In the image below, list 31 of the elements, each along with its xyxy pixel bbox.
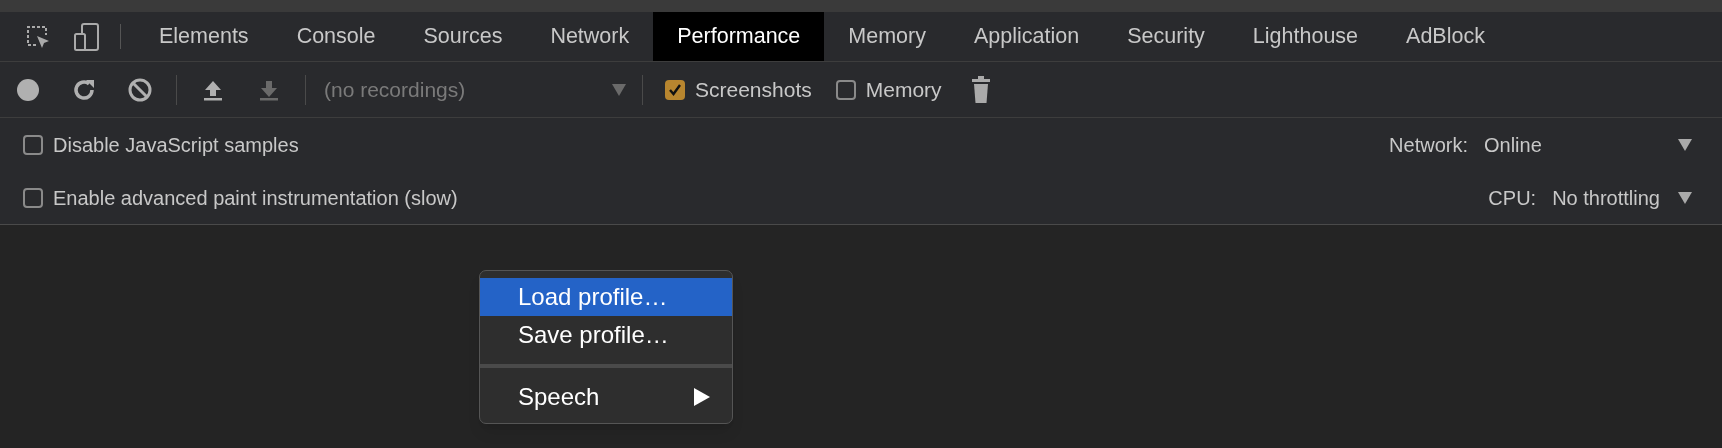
- dropdown-arrow-icon: [1678, 191, 1692, 204]
- checkbox[interactable]: [665, 79, 685, 100]
- trash-icon[interactable]: [969, 74, 992, 105]
- menu-item[interactable]: Speech: [480, 378, 732, 416]
- submenu-arrow-icon: [694, 388, 710, 406]
- tab[interactable]: Elements: [135, 12, 273, 61]
- throttling-dropdown[interactable]: No throttling: [1552, 182, 1692, 213]
- tab[interactable]: Memory: [824, 12, 950, 61]
- dropdown-arrow-icon: [1678, 138, 1692, 151]
- checkbox[interactable]: [23, 134, 43, 155]
- tab[interactable]: Security: [1103, 12, 1229, 61]
- tab[interactable]: AdBlock: [1382, 12, 1509, 61]
- tab[interactable]: Console: [272, 12, 400, 61]
- menu-item[interactable]: Save profile…: [480, 316, 732, 354]
- tab[interactable]: Lighthouse: [1228, 12, 1383, 61]
- checkbox[interactable]: [23, 187, 43, 208]
- tab[interactable]: Sources: [399, 12, 527, 61]
- tab[interactable]: Network: [526, 12, 654, 61]
- throttling-dropdown[interactable]: Online: [1484, 129, 1692, 160]
- dropdown-arrow-icon: [612, 83, 626, 96]
- menu-item[interactable]: Load profile…: [480, 278, 732, 316]
- tab[interactable]: Application: [950, 12, 1104, 61]
- checkbox-label: Enable advanced paint instrumentation (slow): [53, 185, 458, 211]
- tab[interactable]: Performance: [653, 12, 825, 61]
- checkbox-label: Disable JavaScript samples: [53, 132, 299, 158]
- checkbox-label: Memory: [865, 76, 942, 103]
- device-toolbar-icon[interactable]: [72, 21, 102, 52]
- setting-label: CPU:: [1488, 185, 1537, 211]
- setting-label: Network:: [1389, 132, 1468, 158]
- checkbox-label: Screenshots: [695, 76, 812, 103]
- checkbox[interactable]: [835, 79, 856, 100]
